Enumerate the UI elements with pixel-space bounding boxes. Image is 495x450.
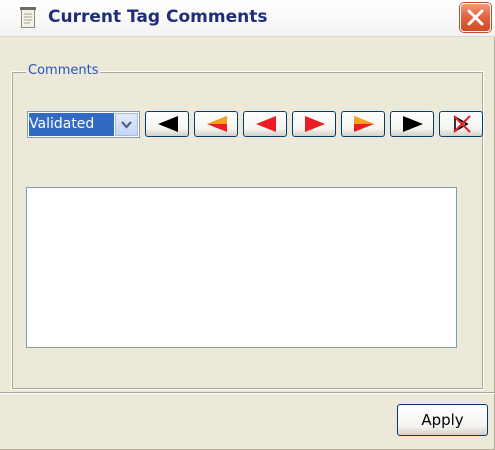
- notepad-icon: [20, 7, 36, 28]
- delete-button[interactable]: [439, 111, 483, 137]
- arrow-left-icon: [207, 116, 227, 132]
- comments-group-label: Comments: [26, 63, 101, 79]
- close-icon: [467, 9, 484, 26]
- first-orange-button[interactable]: [194, 111, 238, 137]
- dropdown-arrow-button[interactable]: [115, 113, 138, 136]
- arrow-left-icon: [158, 116, 178, 132]
- arrow-right-icon: [354, 116, 374, 132]
- comment-text-area[interactable]: [26, 187, 457, 348]
- apply-button[interactable]: Apply: [397, 404, 488, 436]
- first-black-button[interactable]: [145, 111, 189, 137]
- window-title: Current Tag Comments: [48, 7, 268, 27]
- status-select-value: Validated: [29, 113, 114, 136]
- footer-separator: [0, 392, 495, 394]
- close-button[interactable]: [460, 3, 491, 32]
- last-black-button[interactable]: [390, 111, 434, 137]
- next-orange-button[interactable]: [341, 111, 385, 137]
- tag-comments-dialog: Current Tag Comments Comments Validated: [0, 0, 495, 450]
- previous-red-button[interactable]: [243, 111, 287, 137]
- arrow-right-icon: [305, 116, 325, 132]
- arrow-left-icon: [256, 116, 276, 132]
- arrow-right-icon: [403, 116, 423, 132]
- title-bar[interactable]: Current Tag Comments: [0, 0, 495, 37]
- next-red-button[interactable]: [292, 111, 336, 137]
- status-select[interactable]: Validated: [27, 111, 140, 138]
- delete-x-icon: [453, 115, 471, 133]
- chevron-down-icon: [121, 121, 132, 129]
